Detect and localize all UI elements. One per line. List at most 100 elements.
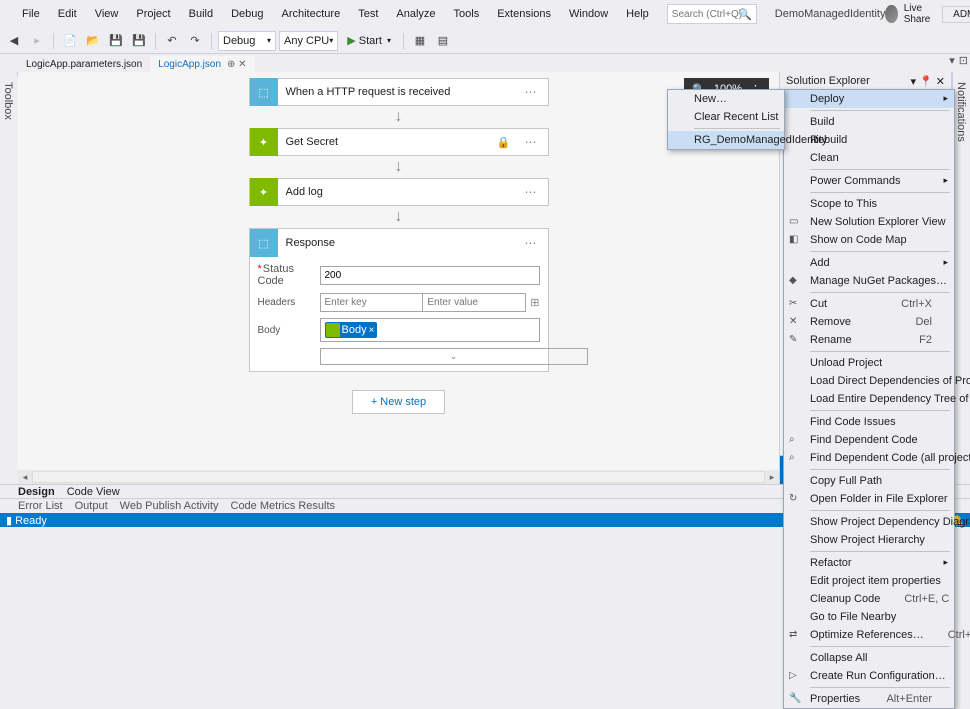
step-menu[interactable]: ⋯ [515, 236, 548, 250]
body-token[interactable]: Body × [325, 322, 378, 338]
menu-build[interactable]: Build [181, 4, 221, 24]
ctx-optimize-references-[interactable]: ⇄Optimize References…Ctrl+Alt+Y [784, 626, 954, 644]
tb-extra2[interactable]: ▤ [433, 31, 453, 51]
save-all-button[interactable]: 💾 [129, 31, 149, 51]
output-tab[interactable]: Web Publish Activity [120, 500, 219, 512]
expand-options[interactable]: ⌄ [320, 348, 588, 365]
menu-project[interactable]: Project [128, 4, 178, 24]
ctx-show-project-dependency-diagram[interactable]: Show Project Dependency Diagram [784, 513, 954, 531]
get-secret-step[interactable]: ✦ Get Secret 🔒 ⋯ [249, 128, 549, 156]
new-button[interactable]: 📄 [60, 31, 80, 51]
rail-tab-notifications[interactable]: Notifications [953, 76, 969, 484]
token-icon [326, 323, 340, 337]
live-share-button[interactable]: Live Share [904, 3, 936, 25]
ctx-show-project-hierarchy[interactable]: Show Project Hierarchy [784, 531, 954, 549]
step-menu[interactable]: ⋯ [515, 135, 548, 149]
ctx-find-dependent-code-all-projects-[interactable]: ⌕Find Dependent Code (all projects) [784, 449, 954, 467]
solution-name-label: DemoManagedIdentity [775, 8, 886, 20]
header-key-input[interactable] [320, 293, 423, 312]
ctx-find-code-issues[interactable]: Find Code Issues [784, 413, 954, 431]
menu-analyze[interactable]: Analyze [388, 4, 443, 24]
ctx-add[interactable]: Add▸ [784, 254, 954, 272]
view-tab[interactable]: Design [18, 486, 55, 498]
menu-file[interactable]: File [14, 4, 48, 24]
search-box[interactable]: 🔍 [667, 4, 757, 24]
http-icon: ⬚ [250, 78, 278, 106]
step-menu[interactable]: ⋯ [515, 185, 548, 199]
menu-extensions[interactable]: Extensions [489, 4, 559, 24]
body-input[interactable]: Body × [320, 318, 540, 342]
tb-extra1[interactable]: ▦ [410, 31, 430, 51]
menu-tools[interactable]: Tools [446, 4, 488, 24]
admin-badge[interactable]: ADMIN [942, 6, 970, 23]
ctx-find-dependent-code[interactable]: ⌕Find Dependent Code [784, 431, 954, 449]
header-value-input[interactable] [422, 293, 526, 312]
horizontal-scrollbar[interactable]: ◂▸ [18, 470, 779, 484]
ctx-copy-full-path[interactable]: Copy Full Path [784, 472, 954, 490]
ctx-new-solution-explorer-view[interactable]: ▭New Solution Explorer View [784, 213, 954, 231]
ctx-remove[interactable]: ✕RemoveDel [784, 313, 954, 331]
save-button[interactable]: 💾 [106, 31, 126, 51]
ctx-create-run-configuration-[interactable]: ▷Create Run Configuration… [784, 667, 954, 685]
pin-icon[interactable]: 📍 [919, 75, 933, 88]
ctx-load-entire-dependency-tree-of-project[interactable]: Load Entire Dependency Tree of Project [784, 390, 954, 408]
add-log-step[interactable]: ✦ Add log ⋯ [249, 178, 549, 206]
ctx-power-commands[interactable]: Power Commands▸ [784, 172, 954, 190]
new-step-button[interactable]: + New step [352, 390, 445, 414]
output-tab[interactable]: Error List [18, 500, 63, 512]
tab-close-icon[interactable]: ⊕ ✕ [227, 59, 247, 70]
ctx-collapse-all[interactable]: Collapse All [784, 649, 954, 667]
ctx-build[interactable]: Build [784, 113, 954, 131]
menu-debug[interactable]: Debug [223, 4, 271, 24]
ctx-edit-project-item-properties[interactable]: Edit project item properties [784, 572, 954, 590]
output-tab[interactable]: Code Metrics Results [231, 500, 336, 512]
deploy-clear-item[interactable]: Clear Recent List [668, 108, 784, 126]
menu-architecture[interactable]: Architecture [274, 4, 349, 24]
step-title: Add log [278, 186, 515, 198]
ctx-open-folder-in-file-explorer[interactable]: ↻Open Folder in File Explorer [784, 490, 954, 508]
menu-test[interactable]: Test [350, 4, 386, 24]
menu-edit[interactable]: Edit [50, 4, 85, 24]
nav-fwd-button[interactable]: ▸ [27, 31, 47, 51]
ctx-properties[interactable]: 🔧PropertiesAlt+Enter [784, 690, 954, 708]
status-code-label: *Status Code [258, 263, 316, 287]
config-combo[interactable]: Debug▾ [218, 31, 276, 51]
nav-back-button[interactable]: ◀ [4, 31, 24, 51]
platform-combo[interactable]: Any CPU▾ [279, 31, 338, 51]
deploy-new-item[interactable]: New… [668, 90, 784, 108]
undo-button[interactable]: ↶ [162, 31, 182, 51]
ctx-show-on-code-map[interactable]: ◧Show on Code Map [784, 231, 954, 249]
deploy-rg-item[interactable]: RG_DemoManagedIdentity [668, 131, 784, 149]
menu-window[interactable]: Window [561, 4, 616, 24]
headers-switch-icon[interactable]: ⊞ [530, 296, 539, 309]
ctx-rename[interactable]: ✎RenameF2 [784, 331, 954, 349]
start-button[interactable]: ▶Start▾ [341, 31, 397, 51]
redo-button[interactable]: ↷ [185, 31, 205, 51]
step-menu[interactable]: ⋯ [515, 85, 548, 99]
trigger-step[interactable]: ⬚ When a HTTP request is received ⋯ [249, 78, 549, 106]
se-dropdown-icon[interactable]: ▾ [911, 75, 917, 88]
document-tab[interactable]: LogicApp.parameters.json [18, 56, 150, 72]
menu-help[interactable]: Help [618, 4, 657, 24]
menu-view[interactable]: View [87, 4, 127, 24]
ctx-load-direct-dependencies-of-project[interactable]: Load Direct Dependencies of Project [784, 372, 954, 390]
ctx-scope-to-this[interactable]: Scope to This [784, 195, 954, 213]
solution-explorer-toggle[interactable]: ⊡ [959, 54, 968, 67]
avatar-icon[interactable] [885, 5, 897, 23]
rail-tab-toolbox[interactable]: Toolbox [0, 76, 16, 484]
ctx-cleanup-code[interactable]: Cleanup CodeCtrl+E, C [784, 590, 954, 608]
ctx-deploy[interactable]: Deploy▸ [784, 90, 954, 108]
ctx-cut[interactable]: ✂CutCtrl+X [784, 295, 954, 313]
ctx-go-to-file-nearby[interactable]: Go to File Nearby [784, 608, 954, 626]
tabs-dropdown[interactable]: ▾ [949, 54, 955, 67]
ctx-refactor[interactable]: Refactor▸ [784, 554, 954, 572]
ctx-unload-project[interactable]: Unload Project [784, 354, 954, 372]
ctx-manage-nuget-packages-[interactable]: ◆Manage NuGet Packages… [784, 272, 954, 290]
output-tab[interactable]: Output [75, 500, 108, 512]
open-button[interactable]: 📂 [83, 31, 103, 51]
view-tab[interactable]: Code View [67, 486, 120, 498]
ctx-clean[interactable]: Clean [784, 149, 954, 167]
status-code-input[interactable] [320, 266, 540, 285]
document-tab[interactable]: LogicApp.json ⊕ ✕ [150, 56, 254, 72]
se-close-icon[interactable]: ✕ [936, 75, 945, 88]
